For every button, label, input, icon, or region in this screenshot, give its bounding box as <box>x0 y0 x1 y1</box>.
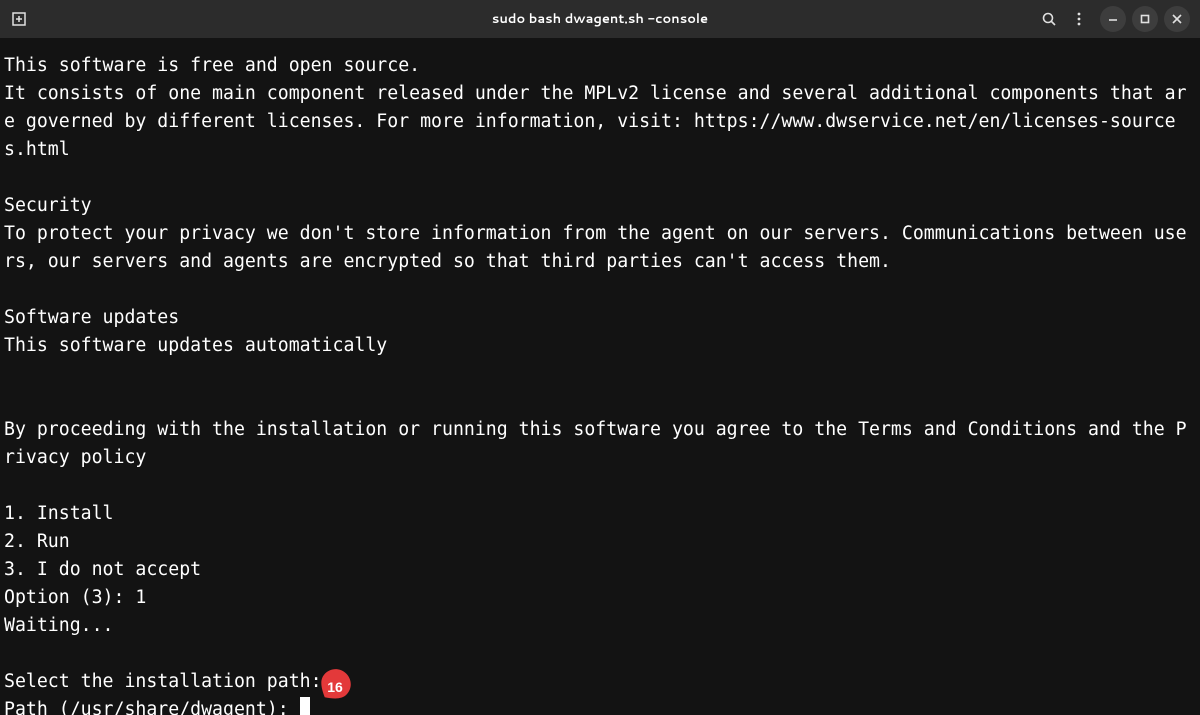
terminal-prompt: Path (/usr/share/dwagent): <box>4 699 300 715</box>
maximize-button[interactable] <box>1132 6 1158 32</box>
close-button[interactable] <box>1164 6 1190 32</box>
menu-icon[interactable] <box>1070 10 1088 28</box>
window-title: sudo bash dwagent.sh -console <box>210 10 990 28</box>
text-cursor <box>300 697 310 715</box>
terminal-output[interactable]: This software is free and open source. I… <box>0 38 1200 715</box>
search-icon[interactable] <box>1040 10 1058 28</box>
terminal-text: This software is free and open source. I… <box>4 55 1187 692</box>
new-tab-icon[interactable] <box>10 10 28 28</box>
annotation-marker: 16 <box>318 668 352 702</box>
minimize-button[interactable] <box>1100 6 1126 32</box>
annotation-label: 16 <box>327 673 343 701</box>
title-bar: sudo bash dwagent.sh -console <box>0 0 1200 38</box>
